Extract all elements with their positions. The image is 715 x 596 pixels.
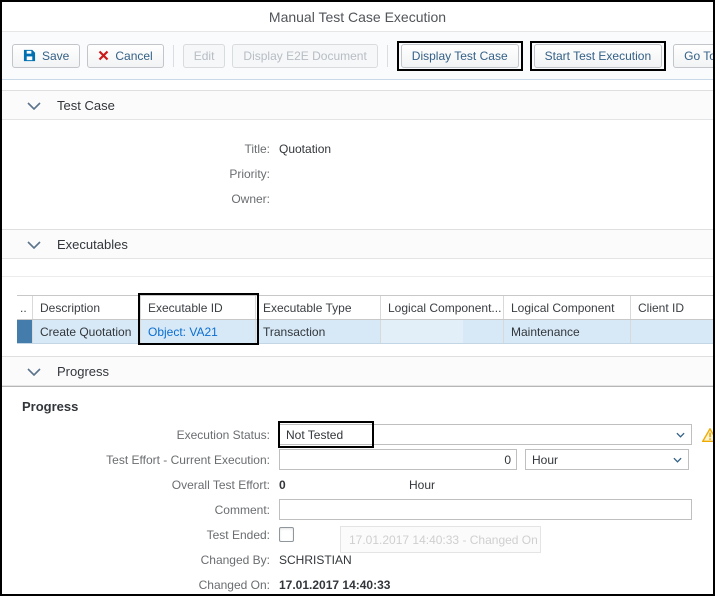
warning-triangle-icon [702, 428, 715, 442]
cancel-button-label: Cancel [115, 49, 152, 63]
edit-button[interactable]: Edit [183, 44, 226, 68]
column-header-executable-type[interactable]: Executable Type [256, 296, 381, 319]
cell-logical-component-version [381, 320, 504, 343]
section-header-test-case[interactable]: Test Case [2, 90, 713, 120]
chevron-down-icon [27, 237, 41, 252]
progress-heading: Progress [2, 399, 713, 414]
edit-button-label: Edit [194, 49, 215, 63]
toolbar: Save Cancel Edit Display E2E Document Di… [2, 32, 713, 80]
section-title-executables: Executables [57, 237, 128, 252]
go-to-menu-button[interactable]: Go To [673, 44, 715, 68]
toolbar-separator [173, 45, 174, 67]
display-test-case-button[interactable]: Display Test Case [401, 44, 519, 68]
test-effort-input[interactable] [279, 449, 517, 470]
execution-status-select[interactable]: Not Tested [279, 424, 692, 445]
overall-effort-value: 0 [279, 478, 409, 492]
table-header-row: .. Description Executable ID Executable … [17, 295, 714, 320]
display-e2e-document-button[interactable]: Display E2E Document [232, 44, 377, 68]
test-ended-label: Test Ended: [2, 528, 270, 542]
section-title-test-case: Test Case [57, 98, 115, 113]
changed-by-label: Changed By: [2, 553, 270, 567]
section-header-progress[interactable]: Progress [2, 356, 713, 386]
chevron-down-icon [27, 364, 41, 379]
execution-status-value: Not Tested [286, 428, 343, 442]
chevron-down-icon [27, 98, 41, 113]
test-effort-unit-value: Hour [532, 453, 558, 467]
column-header-logical-component[interactable]: Logical Component [504, 296, 631, 319]
overall-effort-unit: Hour [409, 478, 435, 492]
table-row[interactable]: Create Quotation Object: VA21 Transactio… [17, 320, 714, 344]
section-title-progress: Progress [57, 364, 109, 379]
column-header-executable-id[interactable]: Executable ID [141, 296, 256, 319]
save-button[interactable]: Save [12, 44, 80, 68]
test-ended-checkbox[interactable] [279, 527, 294, 542]
window-titlebar: Manual Test Case Execution [2, 2, 713, 32]
display-test-case-label: Display Test Case [412, 49, 508, 63]
display-e2e-document-label: Display E2E Document [243, 49, 366, 63]
cell-client-id [631, 320, 714, 343]
cell-description: Create Quotation [33, 320, 141, 343]
highlight-box-start-test-execution: Start Test Execution [530, 41, 667, 71]
start-test-execution-label: Start Test Execution [545, 49, 652, 63]
cell-executable-id: Object: VA21 [141, 320, 256, 343]
progress-body: Progress Execution Status: Not Tested Te… [2, 387, 713, 596]
row-selector-cell[interactable] [17, 320, 33, 343]
save-button-label: Save [42, 49, 69, 63]
cell-logical-component: Maintenance [504, 320, 631, 343]
executables-subbar [2, 259, 713, 277]
changed-on-value: 17.01.2017 14:40:33 [279, 578, 390, 592]
spacer [2, 277, 713, 295]
column-header-selector[interactable]: .. [17, 296, 33, 319]
floppy-disk-icon [23, 49, 36, 62]
window: Manual Test Case Execution Save Cancel E… [0, 0, 715, 596]
chevron-down-icon [676, 432, 685, 438]
page-title: Manual Test Case Execution [269, 9, 446, 25]
highlight-box-display-test-case: Display Test Case [397, 41, 523, 71]
changed-by-value: SCHRISTIAN [279, 553, 352, 567]
title-value: Quotation [279, 142, 331, 156]
test-effort-label: Test Effort - Current Execution: [2, 453, 270, 467]
priority-label: Priority: [2, 167, 270, 181]
executable-id-link[interactable]: Object: VA21 [148, 325, 218, 339]
comment-label: Comment: [2, 503, 270, 517]
column-header-client-id[interactable]: Client ID [631, 296, 714, 319]
cell-executable-type: Transaction [256, 320, 381, 343]
column-header-description[interactable]: Description [33, 296, 141, 319]
spacer [2, 80, 713, 90]
start-test-execution-button[interactable]: Start Test Execution [534, 44, 663, 68]
overall-effort-label: Overall Test Effort: [2, 478, 270, 492]
executables-table: .. Description Executable ID Executable … [17, 295, 714, 344]
owner-label: Owner: [2, 192, 270, 206]
chevron-down-icon [673, 457, 682, 463]
test-effort-unit-select[interactable]: Hour [525, 449, 689, 470]
cancel-button[interactable]: Cancel [87, 44, 163, 68]
go-to-label: Go To [684, 49, 715, 63]
column-header-logical-component-version[interactable]: Logical Component... [381, 296, 504, 319]
execution-status-label: Execution Status: [2, 428, 270, 442]
changed-on-label: Changed On: [2, 578, 270, 592]
spacer [2, 344, 713, 356]
red-x-icon [98, 50, 109, 61]
comment-input[interactable] [279, 499, 692, 520]
toolbar-separator [387, 45, 388, 67]
title-label: Title: [2, 142, 270, 156]
section-header-executables[interactable]: Executables [2, 229, 713, 259]
test-case-body: Title: Quotation Priority: Owner: [2, 120, 713, 229]
logical-component-version-field[interactable] [381, 320, 463, 343]
